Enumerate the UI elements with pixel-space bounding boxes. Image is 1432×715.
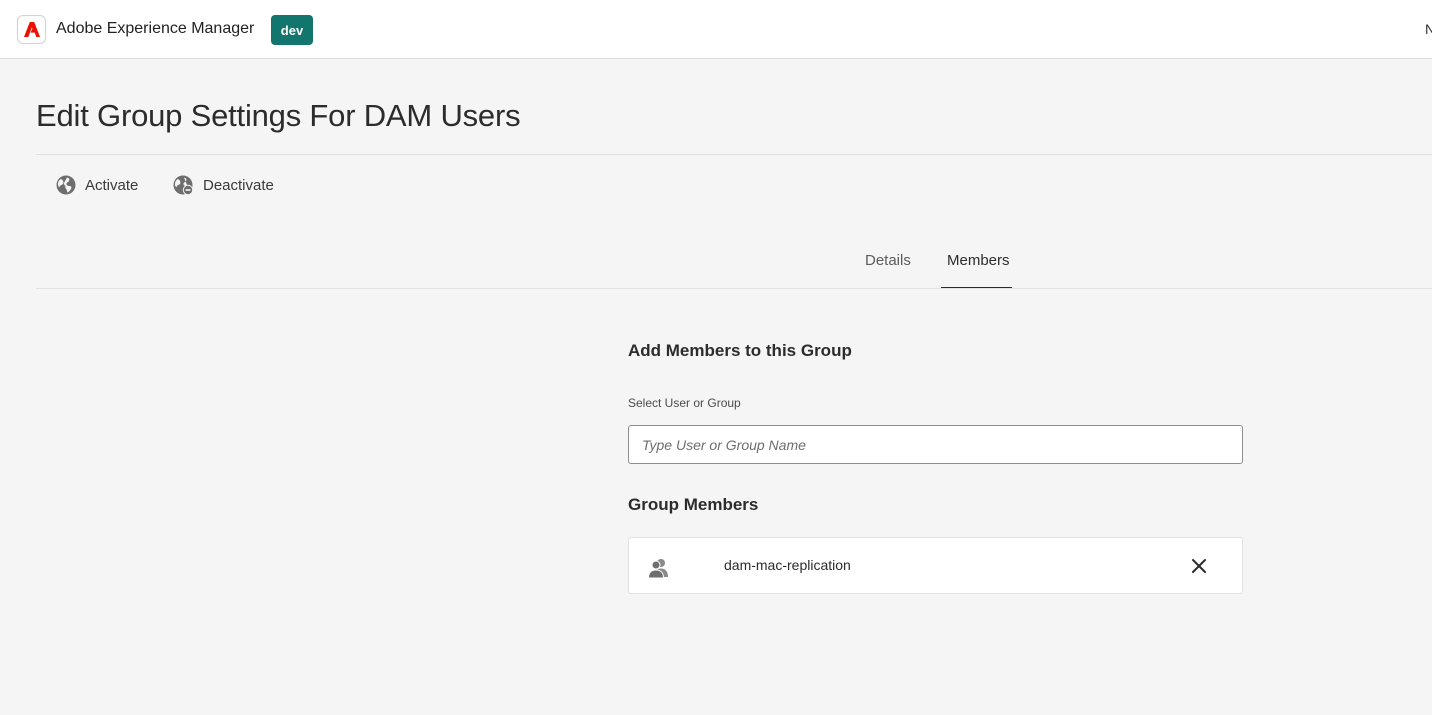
select-user-group-label: Select User or Group	[628, 396, 741, 410]
activate-button[interactable]: Activate	[56, 174, 138, 196]
title-divider	[36, 154, 1432, 155]
user-group-icon	[647, 557, 670, 584]
deactivate-button[interactable]: Deactivate	[173, 174, 274, 196]
user-group-search-input[interactable]	[628, 425, 1243, 464]
tab-details[interactable]: Details	[865, 252, 911, 269]
group-members-heading: Group Members	[628, 495, 759, 514]
close-icon	[1192, 559, 1206, 573]
group-member-row: dam-mac-replication	[628, 537, 1243, 594]
page-title: Edit Group Settings For DAM Users	[36, 98, 521, 133]
tab-members[interactable]: Members	[947, 252, 1010, 269]
environment-badge: dev	[271, 15, 313, 45]
member-name: dam-mac-replication	[724, 557, 851, 573]
add-members-heading: Add Members to this Group	[628, 341, 852, 360]
activate-label: Activate	[85, 176, 139, 194]
globe-icon	[56, 175, 76, 195]
remove-member-button[interactable]	[1188, 555, 1210, 577]
app-title[interactable]: Adobe Experience Manager	[56, 20, 254, 38]
top-bar: Adobe Experience Manager dev N	[0, 0, 1432, 59]
deactivate-label: Deactivate	[203, 176, 274, 194]
globe-minus-icon	[173, 175, 194, 195]
topbar-truncated-text[interactable]: N	[1425, 21, 1432, 37]
adobe-logo-icon[interactable]	[17, 15, 46, 44]
tabs-divider	[36, 288, 1432, 289]
